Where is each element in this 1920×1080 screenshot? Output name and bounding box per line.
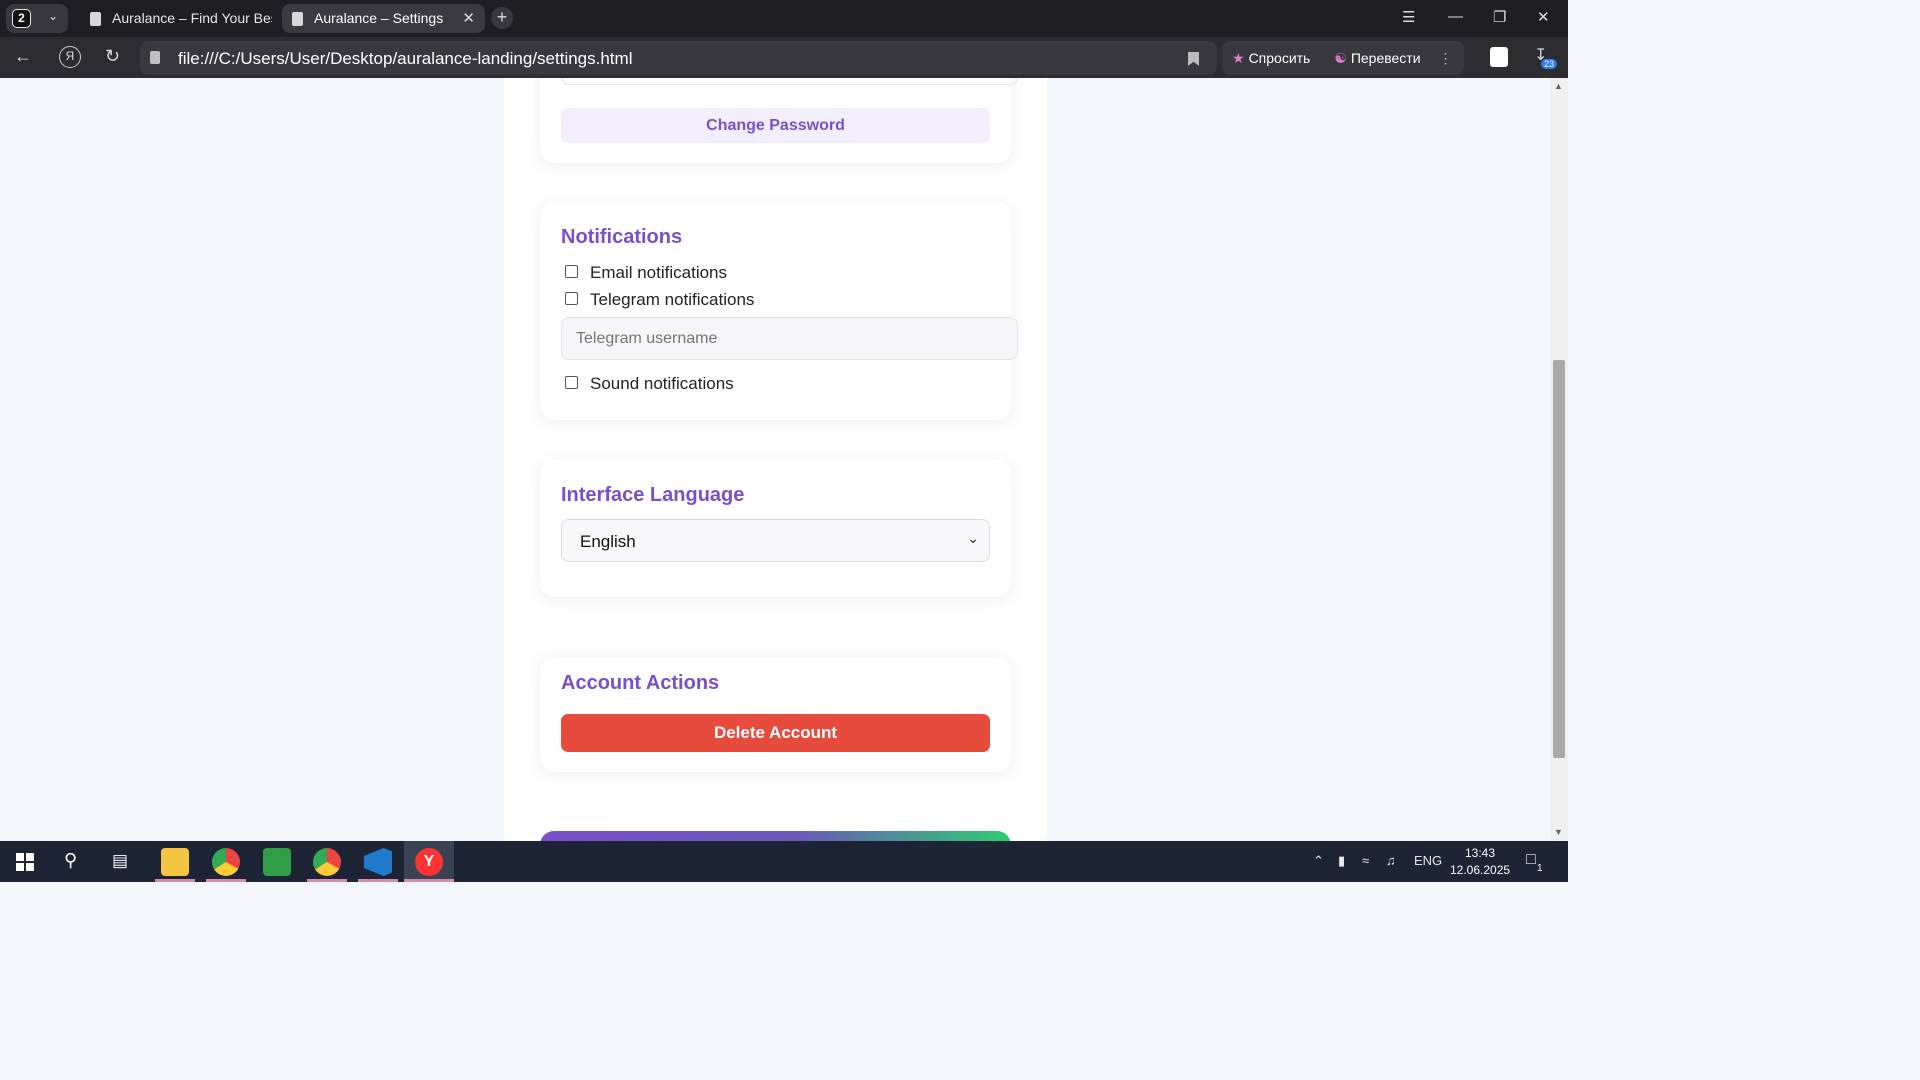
downloads-badge: 23 [1541, 59, 1558, 69]
tab-settings[interactable]: Auralance – Settings ✕ [282, 4, 485, 33]
email-notifications-checkbox[interactable] [565, 265, 578, 278]
tab-counter-button[interactable]: 2 ⌄ [6, 4, 68, 33]
vscode-icon[interactable] [364, 848, 392, 876]
telegram-notifications-label: Telegram notifications [590, 290, 755, 309]
browser-tab-bar: 2 ⌄ Auralance – Find Your Best Auralance… [0, 0, 1568, 37]
input-language[interactable]: ENG [1414, 853, 1442, 868]
notification-count: 1 [1537, 863, 1543, 874]
telegram-username-input[interactable] [561, 317, 1018, 360]
windows-start-icon[interactable] [16, 853, 34, 871]
translate-icon: ☯ [1334, 50, 1347, 66]
language-select[interactable]: English ⌄ [561, 519, 990, 562]
language-title: Interface Language [561, 484, 745, 506]
running-indicator [206, 879, 246, 882]
bookmark-icon[interactable] [1188, 52, 1199, 66]
yandex-icon[interactable]: Я [59, 46, 81, 68]
ask-button[interactable]: Спросить [1249, 50, 1311, 66]
time: 13:43 [1464, 846, 1496, 860]
notifications-title: Notifications [561, 226, 683, 248]
yandex-browser-icon[interactable]: Y [415, 848, 443, 876]
chevron-down-icon: ⌄ [48, 9, 59, 23]
back-icon[interactable]: ← [14, 46, 32, 67]
page-viewport: Change Password Notifications Email noti… [0, 78, 1550, 841]
task-view-icon[interactable]: ▤ [112, 851, 128, 871]
clock[interactable]: 13:43 12.06.2025 [1450, 845, 1510, 879]
tab-title: Auralance – Settings [314, 10, 444, 26]
menu-icon[interactable]: ☰ [1402, 8, 1415, 26]
restore-icon[interactable]: ❐ [1493, 8, 1506, 26]
search-icon[interactable]: ⚲ [64, 850, 77, 871]
file-explorer-icon[interactable] [161, 848, 189, 876]
running-indicator [307, 879, 347, 882]
notifications-card: Notifications Email notifications Telegr… [540, 202, 1018, 420]
wifi-icon[interactable]: ≈ [1362, 853, 1369, 868]
scrollbar-thumb[interactable] [1553, 360, 1565, 758]
url-field[interactable]: file:///C:/Users/User/Desktop/auralance-… [140, 41, 1217, 75]
close-tab-icon[interactable]: ✕ [462, 4, 475, 33]
tab-title: Auralance – Find Your Best [112, 10, 272, 26]
delete-account-button[interactable]: Delete Account [561, 714, 990, 752]
new-tab-button[interactable]: + [491, 7, 513, 29]
settings-container: Change Password Notifications Email noti… [504, 78, 1047, 841]
page-icon [90, 12, 101, 26]
scroll-up-icon[interactable]: ▲ [1554, 81, 1563, 91]
change-password-button[interactable]: Change Password [561, 108, 990, 143]
sound-notifications-label: Sound notifications [590, 374, 734, 393]
tab-landing[interactable]: Auralance – Find Your Best [80, 4, 272, 33]
running-indicator [358, 879, 398, 882]
chrome-profile-icon[interactable] [313, 848, 341, 876]
password-field[interactable] [561, 78, 1018, 85]
account-actions-card: Account Actions Delete Account [540, 657, 1011, 772]
page-icon [292, 12, 303, 26]
language-card: Interface Language English ⌄ [540, 459, 1011, 597]
minimize-icon[interactable]: — [1448, 8, 1463, 25]
scroll-down-icon[interactable]: ▼ [1554, 827, 1563, 837]
assistant-pill: ★ Спросить ☯ Перевести ⋮ [1222, 41, 1464, 75]
date: 12.06.2025 [1450, 863, 1511, 877]
email-notifications-label: Email notifications [590, 263, 728, 282]
running-indicator [155, 879, 195, 882]
file-icon [150, 51, 160, 64]
more-icon[interactable]: ⋮ [1438, 50, 1452, 66]
browser-address-bar: ← Я ↻ file:///C:/Users/User/Desktop/aura… [0, 37, 1568, 78]
tab-count: 2 [12, 9, 31, 28]
save-button[interactable] [540, 831, 1011, 841]
chevron-up-icon[interactable]: ⌃ [1313, 853, 1324, 869]
chrome-icon[interactable] [212, 848, 240, 876]
telegram-notifications-checkbox[interactable] [565, 292, 578, 305]
translate-button[interactable]: Перевести [1351, 50, 1421, 66]
language-selected-value: English [580, 532, 636, 551]
volume-icon[interactable]: ♫ [1386, 853, 1396, 868]
running-indicator [404, 879, 454, 882]
taskbar: ⚲ ▤ Y ⌃ ▮ ≈ ♫ ENG 13:43 12.06.2025 □ 1 [0, 841, 1568, 882]
notifications-icon[interactable]: □ [1526, 851, 1536, 869]
app-icon[interactable] [263, 848, 291, 876]
ask-icon: ★ [1232, 50, 1245, 66]
account-actions-title: Account Actions [561, 672, 720, 694]
chevron-down-icon: ⌄ [967, 530, 979, 546]
battery-icon[interactable]: ▮ [1338, 853, 1345, 869]
sound-notifications-checkbox[interactable] [565, 376, 578, 389]
reload-icon[interactable]: ↻ [105, 46, 120, 67]
security-card: Change Password [540, 78, 1018, 163]
close-window-icon[interactable]: ✕ [1537, 8, 1550, 26]
url-text: file:///C:/Users/User/Desktop/auralance-… [178, 49, 633, 68]
extension-icon[interactable] [1490, 47, 1508, 67]
